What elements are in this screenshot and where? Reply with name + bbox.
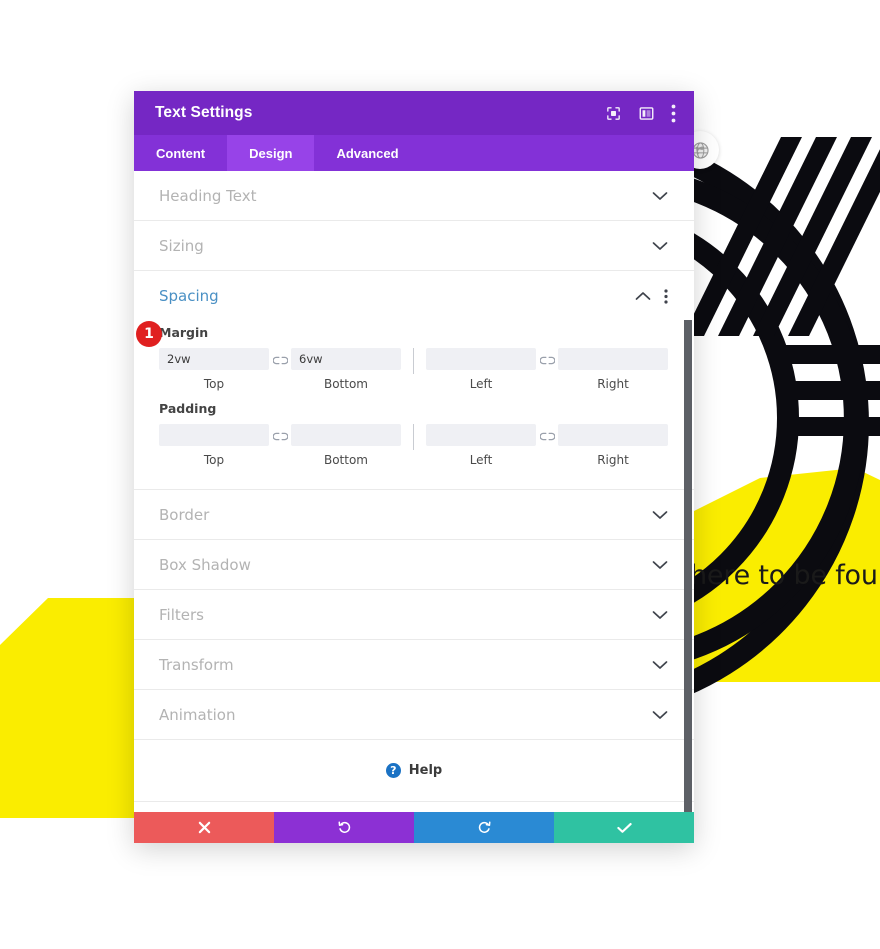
more-vertical-icon[interactable] xyxy=(671,104,676,123)
padding-group: Padding Top Bottom Left Right xyxy=(134,401,694,467)
panel-tabs: Content Design Advanced xyxy=(134,135,694,171)
section-label: Spacing xyxy=(159,287,219,305)
panel-scrollbar[interactable] xyxy=(684,320,692,812)
padding-fields: Top Bottom Left Right xyxy=(159,424,668,467)
horizontal-bars xyxy=(779,345,880,436)
chevron-down-icon xyxy=(652,610,668,620)
tab-content[interactable]: Content xyxy=(134,135,227,171)
text-settings-panel: Text Settings Content Design Advanced He… xyxy=(134,91,694,843)
padding-left-input[interactable] xyxy=(426,424,536,446)
margin-label: Margin xyxy=(159,325,209,340)
section-sizing[interactable]: Sizing xyxy=(134,221,694,271)
margin-left-input[interactable] xyxy=(426,348,536,370)
section-animation[interactable]: Animation xyxy=(134,690,694,740)
background-tagline: here to be found. xyxy=(690,560,880,591)
section-label: Heading Text xyxy=(159,186,257,205)
section-border[interactable]: Border xyxy=(134,490,694,540)
tab-design[interactable]: Design xyxy=(227,135,315,171)
section-label: Border xyxy=(159,505,210,524)
margin-top-wrap: Top xyxy=(159,348,269,391)
redo-button[interactable] xyxy=(414,812,554,843)
section-spacing: Spacing Margin 1 2vw Top 6vw Bottom Left… xyxy=(134,271,694,490)
panel-body: Heading Text Sizing Spacing Margin 1 2vw… xyxy=(134,171,694,812)
margin-right-caption: Right xyxy=(597,377,629,391)
undo-button[interactable] xyxy=(274,812,414,843)
yellow-shape-left xyxy=(0,598,134,818)
help-label: Help xyxy=(408,763,443,778)
section-heading-text[interactable]: Heading Text xyxy=(134,171,694,221)
panel-title: Text Settings xyxy=(155,104,253,121)
padding-right-caption: Right xyxy=(597,453,629,467)
question-mark-icon: ? xyxy=(385,763,401,778)
section-label: Filters xyxy=(159,605,204,624)
margin-right-input[interactable] xyxy=(558,348,668,370)
padding-top-input[interactable] xyxy=(159,424,269,446)
redo-icon xyxy=(478,821,490,833)
undo-icon xyxy=(338,821,350,833)
chevron-up-icon[interactable] xyxy=(635,291,651,301)
section-label: Animation xyxy=(159,705,236,724)
margin-bottom-input[interactable] xyxy=(291,348,401,370)
section-spacing-actions xyxy=(635,288,668,304)
section-label: Box Shadow xyxy=(159,555,251,574)
panel-scroll-content: Heading Text Sizing Spacing Margin 1 2vw… xyxy=(134,171,694,812)
screen: here to be found. Text Settings xyxy=(0,0,880,949)
section-spacing-header[interactable]: Spacing xyxy=(134,271,694,321)
check-icon xyxy=(616,822,632,833)
section-label: Transform xyxy=(159,655,234,674)
margin-fields: Top Bottom xyxy=(159,348,668,391)
chevron-down-icon xyxy=(652,510,668,520)
chevron-down-icon xyxy=(652,241,668,251)
padding-top-wrap: Top xyxy=(159,424,269,467)
panel-footer xyxy=(134,812,694,843)
margin-right-wrap: Right xyxy=(558,348,668,391)
margin-left-wrap: Left xyxy=(426,348,536,391)
section-filters[interactable]: Filters xyxy=(134,590,694,640)
tab-advanced[interactable]: Advanced xyxy=(314,135,420,171)
section-box-shadow[interactable]: Box Shadow xyxy=(134,540,694,590)
cancel-button[interactable] xyxy=(134,812,274,843)
margin-top-caption: Top xyxy=(203,377,225,391)
section-label: Sizing xyxy=(159,236,204,255)
step-badge-1: 1 xyxy=(136,321,162,347)
margin-vertical-pair: Top Bottom xyxy=(159,348,401,391)
link-values-icon[interactable] xyxy=(536,432,558,460)
close-icon xyxy=(198,821,210,834)
padding-bottom-caption: Bottom xyxy=(323,453,368,467)
panel-header-actions xyxy=(605,104,676,123)
padding-label: Padding xyxy=(159,401,217,416)
link-values-icon[interactable] xyxy=(536,356,558,384)
chevron-down-icon xyxy=(652,710,668,720)
field-divider xyxy=(413,424,414,450)
margin-top-input[interactable] xyxy=(159,348,269,370)
help-row[interactable]: ? Help xyxy=(134,740,694,802)
save-button[interactable] xyxy=(554,812,694,843)
layout-columns-icon[interactable] xyxy=(638,105,655,122)
padding-bottom-input[interactable] xyxy=(291,424,401,446)
margin-bottom-caption: Bottom xyxy=(323,377,368,391)
section-transform[interactable]: Transform xyxy=(134,640,694,690)
focus-target-icon[interactable] xyxy=(605,105,622,122)
margin-horizontal-pair: Left Right xyxy=(426,348,668,391)
chevron-down-icon xyxy=(652,191,668,201)
padding-top-caption: Top xyxy=(203,453,225,467)
padding-left-caption: Left xyxy=(469,453,493,467)
padding-bottom-wrap: Bottom xyxy=(291,424,401,467)
padding-right-input[interactable] xyxy=(558,424,668,446)
link-values-icon[interactable] xyxy=(269,432,291,460)
padding-horizontal-pair: Left Right xyxy=(426,424,668,467)
link-values-icon[interactable] xyxy=(269,356,291,384)
padding-vertical-pair: Top Bottom xyxy=(159,424,401,467)
padding-right-wrap: Right xyxy=(558,424,668,467)
chevron-down-icon xyxy=(652,560,668,570)
chevron-down-icon xyxy=(652,660,668,670)
panel-header: Text Settings xyxy=(134,91,694,135)
margin-group: Margin 1 Top xyxy=(134,321,694,391)
more-vertical-icon[interactable] xyxy=(664,288,668,304)
padding-left-wrap: Left xyxy=(426,424,536,467)
margin-bottom-wrap: Bottom xyxy=(291,348,401,391)
margin-left-caption: Left xyxy=(469,377,493,391)
field-divider xyxy=(413,348,414,374)
